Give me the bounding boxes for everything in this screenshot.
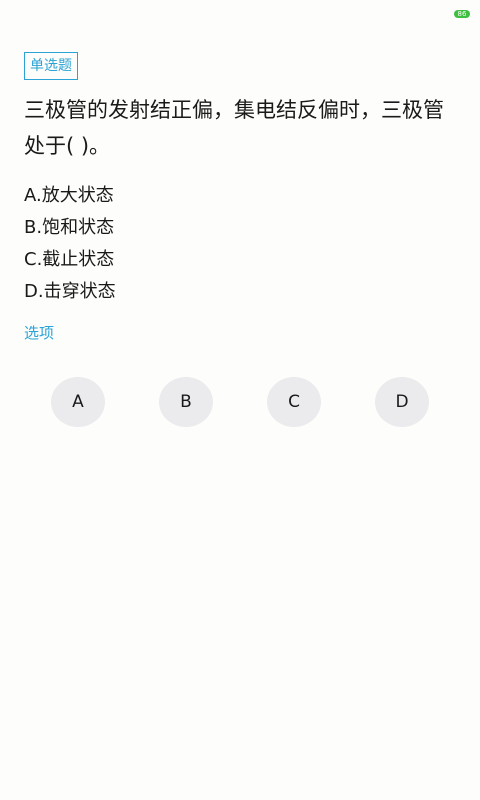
answer-b-button[interactable]: B [159,377,213,427]
answer-c-button[interactable]: C [267,377,321,427]
option-d: D.击穿状态 [24,281,116,302]
status-bar: 86 [0,0,480,30]
battery-icon: 86 [454,10,470,18]
answer-d-button[interactable]: D [375,377,429,427]
choose-label: 选项 [24,324,55,342]
options-list: A.放大状态 B.饱和状态 C.截止状态 D.击穿状态 [24,180,456,308]
question-text: 三极管的发射结正偏，集电结反偏时，三极管处于( )。 [24,98,444,158]
question-type-badge: 单选题 [24,52,78,80]
option-b: B.饱和状态 [24,217,115,238]
answer-buttons: A B C D [51,377,429,427]
answer-a-button[interactable]: A [51,377,105,427]
option-c: C.截止状态 [24,249,115,270]
option-a: A.放大状态 [24,185,114,206]
